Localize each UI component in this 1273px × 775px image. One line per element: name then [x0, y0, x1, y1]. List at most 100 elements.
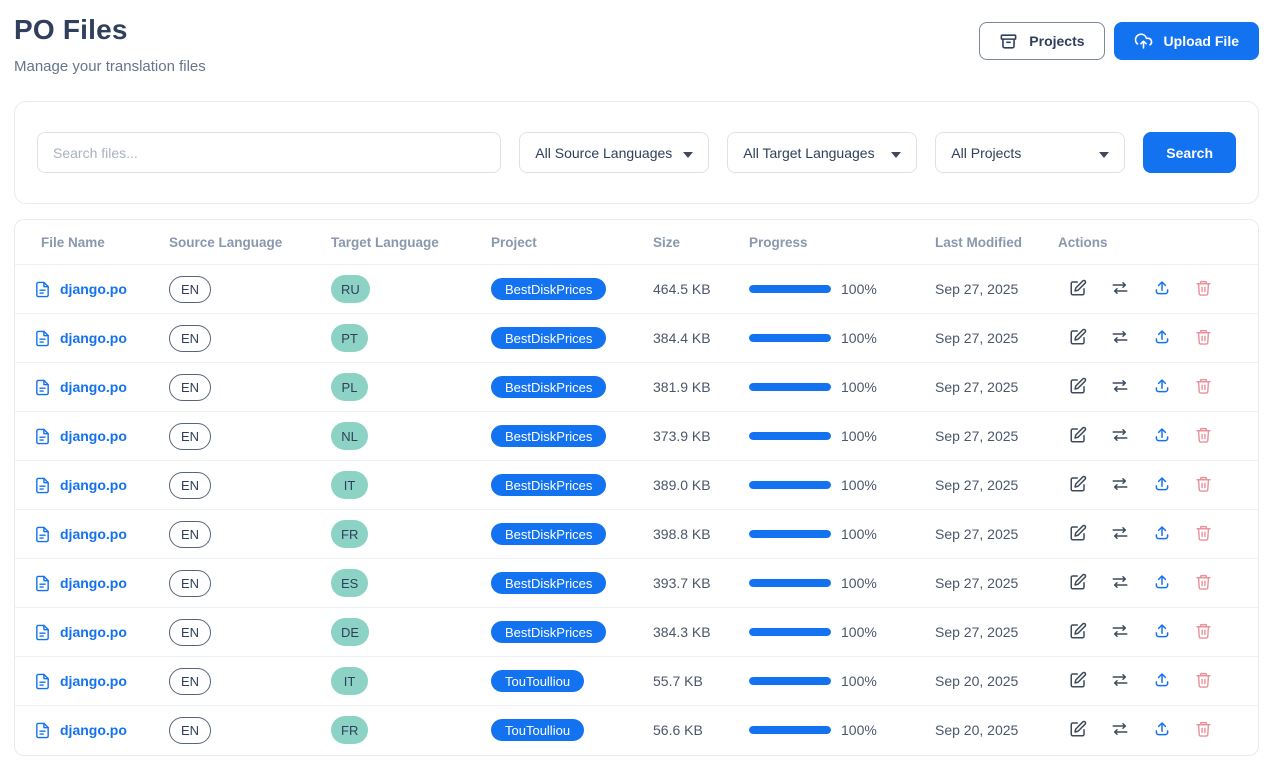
delete-button[interactable]: [1195, 622, 1212, 643]
file-cell: django.po: [15, 722, 169, 739]
edit-button[interactable]: [1069, 328, 1087, 349]
target-language-badge: IT: [331, 667, 368, 695]
last-modified: Sep 27, 2025: [919, 314, 1055, 363]
column-header-source-language: Source Language: [169, 220, 331, 265]
cloud-upload-icon: [1134, 32, 1153, 51]
target-language-badge: FR: [331, 520, 368, 548]
swap-languages-button[interactable]: [1111, 720, 1129, 741]
edit-button[interactable]: [1069, 524, 1087, 545]
file-link[interactable]: django.po: [60, 428, 127, 444]
edit-icon: [1069, 573, 1087, 594]
upload-row-button[interactable]: [1153, 720, 1171, 741]
progress-bar: [749, 628, 831, 636]
edit-button[interactable]: [1069, 573, 1087, 594]
trash-icon: [1195, 328, 1212, 349]
table-header: File Name Source Language Target Languag…: [15, 220, 1258, 265]
file-link[interactable]: django.po: [60, 673, 127, 689]
progress-label: 100%: [841, 526, 877, 542]
progress-label: 100%: [841, 428, 877, 444]
edit-button[interactable]: [1069, 671, 1087, 692]
source-language-badge: EN: [169, 325, 211, 352]
column-header-progress: Progress: [749, 220, 919, 265]
edit-icon: [1069, 328, 1087, 349]
file-link[interactable]: django.po: [60, 722, 127, 738]
progress: 100%: [749, 624, 919, 640]
last-modified: Sep 27, 2025: [919, 461, 1055, 510]
progress: 100%: [749, 428, 919, 444]
delete-button[interactable]: [1195, 328, 1212, 349]
delete-button[interactable]: [1195, 573, 1212, 594]
edit-button[interactable]: [1069, 426, 1087, 447]
progress-label: 100%: [841, 575, 877, 591]
row-actions: [1055, 328, 1258, 349]
trash-icon: [1195, 524, 1212, 545]
swap-languages-button[interactable]: [1111, 524, 1129, 545]
progress: 100%: [749, 281, 919, 297]
swap-languages-button[interactable]: [1111, 328, 1129, 349]
delete-button[interactable]: [1195, 377, 1212, 398]
upload-file-button[interactable]: Upload File: [1114, 22, 1259, 60]
edit-icon: [1069, 671, 1087, 692]
progress-label: 100%: [841, 477, 877, 493]
row-actions: [1055, 475, 1258, 496]
edit-icon: [1069, 622, 1087, 643]
progress: 100%: [749, 673, 919, 689]
swap-languages-button[interactable]: [1111, 622, 1129, 643]
projects-button-label: Projects: [1029, 34, 1084, 48]
swap-languages-button[interactable]: [1111, 671, 1129, 692]
file-size: 384.4 KB: [653, 314, 749, 363]
projects-button[interactable]: Projects: [979, 22, 1104, 60]
file-link[interactable]: django.po: [60, 330, 127, 346]
upload-row-button[interactable]: [1153, 279, 1171, 300]
swap-languages-button[interactable]: [1111, 426, 1129, 447]
file-link[interactable]: django.po: [60, 624, 127, 640]
project-select[interactable]: All Projects: [935, 132, 1125, 173]
target-language-select[interactable]: All Target Languages: [727, 132, 917, 173]
swap-languages-button[interactable]: [1111, 475, 1129, 496]
upload-icon: [1153, 573, 1171, 594]
swap-languages-button[interactable]: [1111, 573, 1129, 594]
upload-row-button[interactable]: [1153, 426, 1171, 447]
delete-button[interactable]: [1195, 279, 1212, 300]
file-link[interactable]: django.po: [60, 379, 127, 395]
edit-button[interactable]: [1069, 475, 1087, 496]
edit-button[interactable]: [1069, 377, 1087, 398]
file-size: 56.6 KB: [653, 706, 749, 755]
swap-arrows-icon: [1111, 475, 1129, 496]
delete-button[interactable]: [1195, 475, 1212, 496]
edit-button[interactable]: [1069, 279, 1087, 300]
target-language-badge: DE: [331, 618, 369, 646]
progress-label: 100%: [841, 673, 877, 689]
search-button[interactable]: Search: [1143, 132, 1236, 173]
swap-arrows-icon: [1111, 573, 1129, 594]
progress-bar: [749, 579, 831, 587]
edit-button[interactable]: [1069, 720, 1087, 741]
upload-row-button[interactable]: [1153, 671, 1171, 692]
source-language-select[interactable]: All Source Languages: [519, 132, 709, 173]
delete-button[interactable]: [1195, 426, 1212, 447]
table-row: django.po EN FR BestDiskPrices 398.8 KB …: [15, 510, 1258, 559]
last-modified: Sep 27, 2025: [919, 363, 1055, 412]
file-link[interactable]: django.po: [60, 477, 127, 493]
source-language-badge: EN: [169, 717, 211, 744]
project-badge: TouToulliou: [491, 670, 584, 692]
file-cell: django.po: [15, 477, 169, 494]
file-link[interactable]: django.po: [60, 526, 127, 542]
upload-row-button[interactable]: [1153, 573, 1171, 594]
edit-button[interactable]: [1069, 622, 1087, 643]
file-link[interactable]: django.po: [60, 281, 127, 297]
search-input[interactable]: [37, 132, 501, 173]
upload-row-button[interactable]: [1153, 377, 1171, 398]
delete-button[interactable]: [1195, 720, 1212, 741]
upload-row-button[interactable]: [1153, 328, 1171, 349]
row-actions: [1055, 377, 1258, 398]
upload-row-button[interactable]: [1153, 475, 1171, 496]
swap-languages-button[interactable]: [1111, 377, 1129, 398]
delete-button[interactable]: [1195, 524, 1212, 545]
file-link[interactable]: django.po: [60, 575, 127, 591]
upload-row-button[interactable]: [1153, 622, 1171, 643]
upload-row-button[interactable]: [1153, 524, 1171, 545]
delete-button[interactable]: [1195, 671, 1212, 692]
table-row: django.po EN ES BestDiskPrices 393.7 KB …: [15, 559, 1258, 608]
swap-languages-button[interactable]: [1111, 279, 1129, 300]
